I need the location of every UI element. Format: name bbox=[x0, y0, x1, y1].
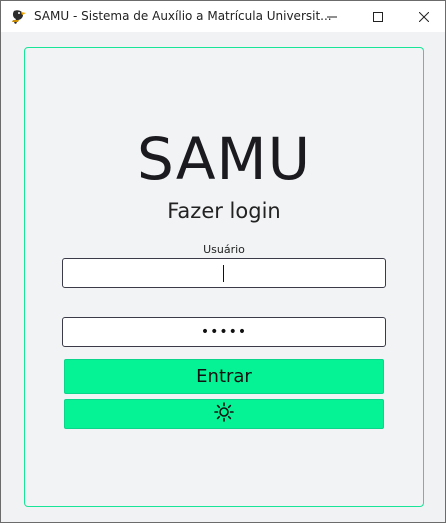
window-title: SAMU - Sistema de Auxílio a Matrícula Un… bbox=[34, 9, 332, 23]
bird-logo-icon bbox=[10, 8, 28, 26]
password-mask: ••••• bbox=[200, 324, 248, 340]
username-input[interactable] bbox=[62, 258, 386, 288]
minimize-icon bbox=[327, 7, 337, 26]
maximize-button[interactable] bbox=[355, 1, 401, 32]
close-button[interactable] bbox=[401, 1, 446, 32]
username-label: Usuário bbox=[203, 243, 245, 256]
login-heading: Fazer login bbox=[167, 199, 281, 223]
sun-icon bbox=[214, 402, 234, 426]
app-logo-text: SAMU bbox=[136, 125, 312, 193]
title-bar[interactable]: SAMU - Sistema de Auxílio a Matrícula Un… bbox=[1, 1, 445, 32]
text-caret bbox=[223, 265, 224, 282]
minimize-button[interactable] bbox=[309, 1, 355, 32]
close-icon bbox=[418, 7, 430, 26]
maximize-icon bbox=[373, 7, 383, 26]
theme-toggle-button[interactable] bbox=[64, 399, 384, 429]
app-window: SAMU - Sistema de Auxílio a Matrícula Un… bbox=[0, 0, 446, 523]
enter-button[interactable]: Entrar bbox=[64, 359, 384, 394]
password-input[interactable]: ••••• bbox=[62, 317, 386, 347]
